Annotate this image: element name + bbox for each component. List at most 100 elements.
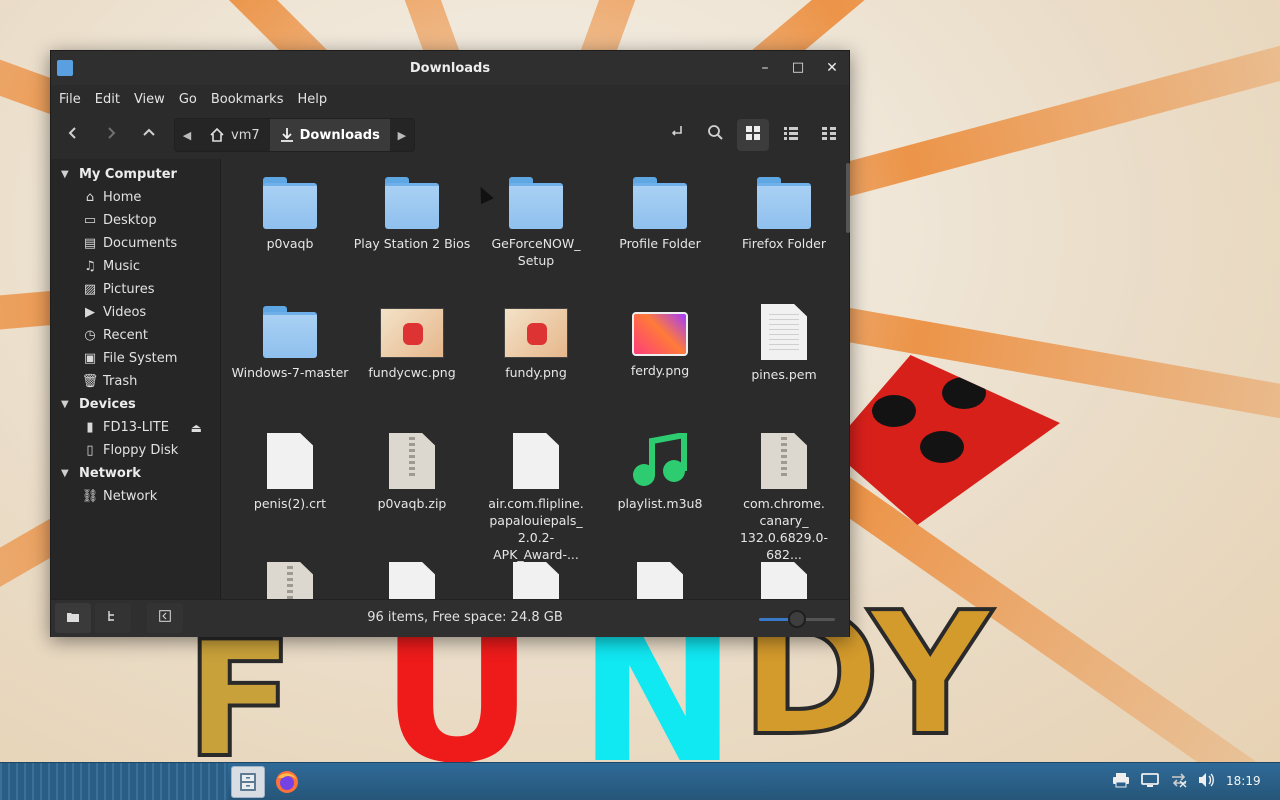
file-item-label: fundycwc.png — [368, 365, 456, 380]
breadcrumb-vm7[interactable]: vm7 — [199, 119, 270, 151]
list-view-button[interactable] — [775, 119, 807, 151]
file-item[interactable]: p0vaqb.zip — [352, 429, 472, 512]
file-item[interactable] — [600, 558, 720, 599]
icon-view-button[interactable] — [737, 119, 769, 151]
window-title: Downloads — [409, 60, 491, 76]
file-cabinet-icon — [240, 773, 256, 791]
sidebar-item-network[interactable]: ⛓ Network — [51, 485, 220, 508]
drive-icon: ▯ — [86, 443, 94, 458]
sidebar-item-label: Trash — [103, 374, 138, 389]
sidebar-item-home[interactable]: ⌂ Home — [51, 186, 220, 209]
document-file-icon — [513, 562, 559, 599]
breadcrumb-right-arrow[interactable]: ▶ — [390, 119, 414, 151]
taskbar-firefox[interactable] — [270, 766, 304, 798]
sidebar-item-documents[interactable]: ▤ Documents — [51, 232, 220, 255]
file-item[interactable]: pines.pem — [724, 300, 844, 383]
archive-file-icon — [389, 433, 435, 489]
image-file-icon — [632, 312, 688, 356]
search-button[interactable] — [699, 119, 731, 151]
vertical-scrollbar[interactable] — [846, 163, 850, 233]
sidebar-item-desktop[interactable]: ▭ Desktop — [51, 209, 220, 232]
sidebar-item-recent[interactable]: ◷ Recent — [51, 324, 220, 347]
sidebar-item-file-system[interactable]: ▣ File System — [51, 347, 220, 370]
file-item[interactable]: fundy.png — [476, 300, 596, 381]
menu-file[interactable]: File — [59, 92, 81, 107]
taskbar-clock[interactable]: 18:19 — [1226, 774, 1261, 788]
folder-icon — [509, 177, 563, 229]
taskbar-file-manager[interactable] — [231, 766, 265, 798]
sidebar-item-fd13-lite[interactable]: ▮ FD13-LITE ⏏ — [51, 416, 220, 439]
sidebar-item-floppy-disk[interactable]: ▯ Floppy Disk — [51, 439, 220, 462]
sidebar-item-videos[interactable]: ▶ Videos — [51, 301, 220, 324]
file-item[interactable]: p0vaqb — [230, 171, 350, 252]
file-item[interactable] — [230, 558, 350, 599]
minimize-button[interactable]: – — [753, 57, 777, 79]
sidebar-item-label: Desktop — [103, 213, 157, 228]
usb-drive-icon: ▮ — [86, 420, 94, 435]
file-item[interactable]: fundycwc.png — [352, 300, 472, 381]
sidebar-item-label: Videos — [103, 305, 147, 320]
document-file-icon — [513, 433, 559, 489]
sidebar-item-pictures[interactable]: ▨ Pictures — [51, 278, 220, 301]
file-item-label: air.com.flipline. papalouiepals_ 2.0.2-A… — [488, 496, 584, 562]
file-item-label: Profile Folder — [619, 236, 701, 251]
breadcrumb-downloads[interactable]: Downloads — [269, 119, 390, 151]
file-item[interactable]: GeForceNOW_ Setup — [476, 171, 596, 269]
folder-icon — [633, 177, 687, 229]
maximize-button[interactable]: □ — [786, 57, 810, 79]
eject-icon[interactable]: ⏏ — [191, 421, 202, 435]
image-thumbnail-icon — [504, 308, 568, 358]
sidebar-item-label: Documents — [103, 236, 178, 251]
caret-down-icon: ▼ — [61, 399, 69, 410]
file-item[interactable] — [352, 558, 472, 599]
zoom-slider[interactable] — [759, 610, 835, 628]
back-button[interactable] — [57, 119, 89, 151]
sidebar-section-label: Network — [79, 466, 141, 481]
sidebar-section-my-computer[interactable]: ▼ My Computer — [51, 163, 220, 186]
menu-edit[interactable]: Edit — [95, 92, 120, 107]
sidebar-section-network[interactable]: ▼ Network — [51, 462, 220, 485]
file-item[interactable]: air.com.flipline. papalouiepals_ 2.0.2-A… — [476, 429, 596, 563]
close-button[interactable]: ✕ — [820, 57, 844, 79]
file-item[interactable]: com.chrome. canary_ 132.0.6829.0-682... — [724, 429, 844, 563]
menu-help[interactable]: Help — [297, 92, 327, 107]
chevron-right-icon — [108, 127, 116, 139]
file-item[interactable]: penis(2).crt — [230, 429, 350, 512]
menu-view[interactable]: View — [134, 92, 165, 107]
volume-icon[interactable] — [1198, 772, 1216, 792]
toggle-location-button[interactable] — [661, 119, 693, 151]
file-item[interactable]: Play Station 2 Bios — [352, 171, 472, 252]
sidebar-section-devices[interactable]: ▼ Devices — [51, 393, 220, 416]
display-icon[interactable] — [1141, 772, 1159, 792]
file-item[interactable]: ferdy.png — [600, 300, 720, 379]
file-item[interactable]: Firefox Folder — [724, 171, 844, 252]
download-icon — [280, 128, 293, 142]
status-bar: 96 items, Free space: 24.8 GB — [51, 599, 849, 637]
sidebar-item-label: Recent — [103, 328, 148, 343]
breadcrumb-left-arrow[interactable]: ◀ — [175, 119, 199, 151]
zoom-slider-handle[interactable] — [788, 610, 806, 628]
file-item[interactable]: Profile Folder — [600, 171, 720, 252]
file-item[interactable]: Windows-7-master — [230, 300, 350, 381]
up-button[interactable] — [133, 119, 165, 151]
drive-icon: ▣ — [83, 351, 97, 366]
sidebar-item-music[interactable]: ♫ Music — [51, 255, 220, 278]
sidebar-item-label: File System — [103, 351, 178, 366]
file-item[interactable] — [724, 558, 844, 599]
menu-go[interactable]: Go — [179, 92, 197, 107]
sidebar-item-trash[interactable]: 🗑 Trash — [51, 370, 220, 393]
network-icon: ⛓ — [81, 489, 99, 504]
file-item-label: Firefox Folder — [742, 236, 826, 251]
breadcrumb: ◀ vm7 Downloads ▶ — [174, 118, 415, 152]
forward-button[interactable] — [95, 119, 127, 151]
compact-view-button[interactable] — [813, 119, 845, 151]
network-status-icon[interactable] — [1170, 772, 1188, 792]
title-bar[interactable]: Downloads – □ ✕ — [51, 51, 849, 85]
file-item[interactable] — [476, 558, 596, 599]
printer-icon[interactable] — [1112, 772, 1130, 792]
sidebar-item-label: Floppy Disk — [103, 443, 179, 458]
picture-icon: ▨ — [83, 282, 97, 297]
menu-bookmarks[interactable]: Bookmarks — [211, 92, 284, 107]
file-item[interactable]: playlist.m3u8 — [600, 429, 720, 512]
taskbar: 18:19 — [0, 762, 1280, 800]
